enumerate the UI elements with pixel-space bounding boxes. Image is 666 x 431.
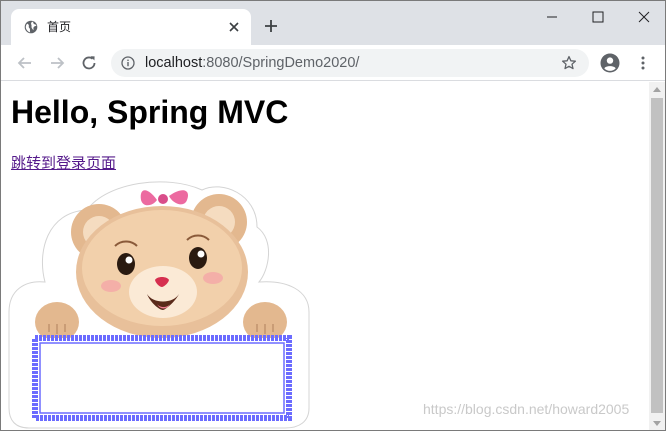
account-icon[interactable] (600, 53, 620, 73)
scroll-down-arrow-icon[interactable] (653, 421, 661, 427)
teddy-bear-sign-image (8, 181, 310, 429)
address-bar[interactable]: localhost:8080/SpringDemo2020/ (111, 49, 589, 77)
login-link[interactable]: 跳转到登录页面 (11, 154, 116, 172)
tab-home[interactable]: 首页 (11, 9, 251, 45)
vertical-scrollbar[interactable] (649, 82, 665, 430)
scrollbar-thumb[interactable] (651, 98, 663, 413)
watermark-text: https://blog.csdn.net/howard2005 (423, 401, 630, 417)
page-viewport: Hello, Spring MVC 跳转到登录页面 https://blog.c… (1, 82, 649, 430)
url-host: localhost (145, 55, 203, 71)
close-window-button[interactable] (621, 1, 665, 33)
url-text[interactable]: localhost:8080/SpringDemo2020/ (145, 55, 359, 71)
maximize-button[interactable] (575, 1, 621, 33)
forward-arrow-icon[interactable] (47, 53, 67, 73)
tab-title: 首页 (47, 20, 72, 34)
kebab-menu-icon[interactable] (635, 55, 651, 71)
minimize-icon (547, 16, 557, 18)
browser-window: 首页 localhost:8080/SpringDemo2020/ Hello,… (0, 0, 666, 431)
maximize-icon (592, 11, 604, 23)
star-icon[interactable] (561, 55, 577, 71)
tab-strip: 首页 (1, 1, 665, 45)
close-tab-icon[interactable] (227, 20, 241, 34)
page-heading: Hello, Spring MVC (11, 94, 289, 130)
browser-toolbar: localhost:8080/SpringDemo2020/ (1, 45, 665, 81)
close-icon (638, 11, 650, 23)
reload-icon[interactable] (79, 53, 99, 73)
info-icon[interactable] (121, 56, 135, 70)
back-arrow-icon[interactable] (15, 53, 35, 73)
url-path: :8080/SpringDemo2020/ (202, 55, 360, 71)
globe-icon (24, 20, 38, 34)
scroll-up-arrow-icon[interactable] (653, 86, 661, 92)
plus-icon[interactable] (263, 18, 279, 34)
minimize-button[interactable] (529, 1, 575, 33)
